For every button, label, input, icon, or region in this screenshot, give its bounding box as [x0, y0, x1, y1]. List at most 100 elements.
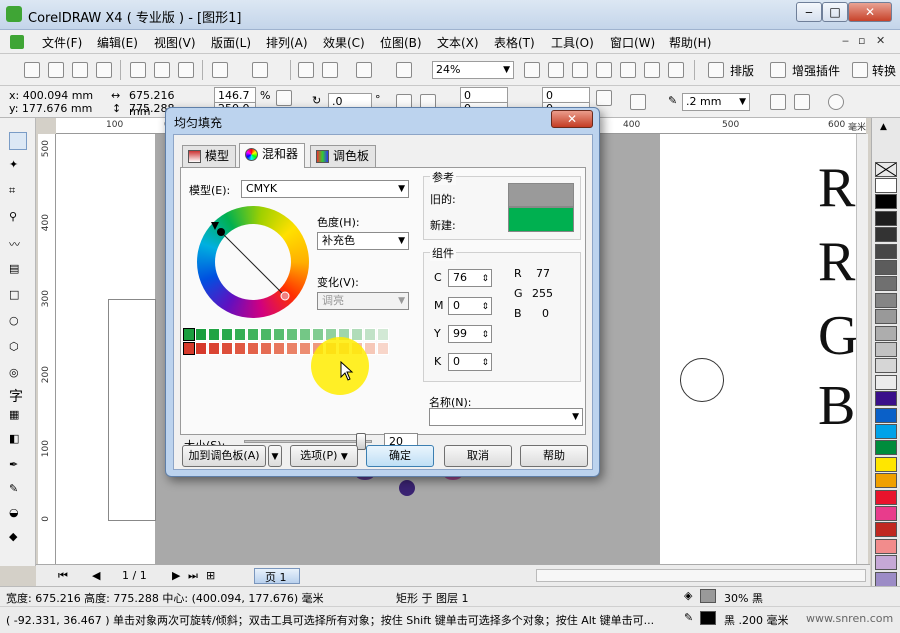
interactive-blend-tool-icon[interactable]: ◧ — [9, 432, 27, 450]
zoom-all-icon[interactable] — [596, 62, 612, 78]
mixer-color-cell[interactable] — [247, 342, 259, 355]
add-palette-dropdown-button[interactable]: ▼ — [268, 445, 282, 467]
spinner-icon[interactable]: ⇕ — [481, 299, 489, 315]
open-icon[interactable] — [48, 62, 64, 78]
options-button[interactable]: 选项(P) ▼ — [290, 445, 358, 467]
yellow-input[interactable]: 99 ⇕ — [448, 325, 492, 343]
mixer-color-cell[interactable] — [195, 342, 207, 355]
zoom-selected-icon[interactable] — [572, 62, 588, 78]
palette-swatch[interactable] — [875, 391, 897, 407]
palette-swatch[interactable] — [875, 210, 897, 226]
zoom-out-icon[interactable] — [548, 62, 564, 78]
zoom-in-icon[interactable] — [524, 62, 540, 78]
position-y-field[interactable]: y: 177.676 mm — [6, 101, 106, 119]
menu-table[interactable]: 表格(T) — [494, 34, 535, 51]
palette-swatch[interactable] — [875, 309, 897, 325]
palette-swatch[interactable] — [875, 538, 897, 554]
menu-text[interactable]: 文本(X) — [437, 34, 479, 51]
doc-close-button[interactable]: ✕ — [876, 34, 885, 47]
to-front-icon[interactable] — [770, 94, 786, 110]
palette-swatch[interactable] — [875, 260, 897, 275]
wrap-text-icon[interactable] — [630, 94, 646, 110]
hue-select[interactable]: 补充色 ▼ — [317, 232, 409, 250]
dialog-close-button[interactable]: ✕ — [551, 110, 593, 128]
crop-tool-icon[interactable]: ⌗ — [9, 184, 27, 202]
mixer-color-cell[interactable] — [273, 342, 285, 355]
mixer-color-cell[interactable] — [299, 342, 311, 355]
previous-page-icon[interactable]: ◀ — [92, 569, 100, 582]
mixer-color-cell[interactable] — [377, 342, 389, 355]
zoom-tool-icon[interactable]: ⚲ — [9, 210, 27, 228]
palette-swatch[interactable] — [875, 292, 897, 308]
eyedropper-tool-icon[interactable]: ✒ — [9, 458, 27, 476]
variation-select[interactable]: 调亮 ▼ — [317, 292, 409, 310]
palette-swatch[interactable] — [875, 358, 897, 374]
first-page-icon[interactable]: ⏮ — [58, 569, 68, 583]
mixer-color-cell[interactable] — [364, 328, 376, 341]
zoom-page-icon[interactable] — [620, 62, 636, 78]
convert-button[interactable]: 转换 — [872, 62, 896, 79]
cut-icon[interactable] — [130, 62, 146, 78]
ok-button[interactable]: 确定 — [366, 445, 434, 467]
save-icon[interactable] — [72, 62, 88, 78]
canvas-letter-g[interactable]: G — [818, 304, 858, 368]
page-tab[interactable]: 页 1 — [254, 568, 300, 584]
mixer-color-cell[interactable] — [234, 328, 246, 341]
next-page-icon[interactable]: ▶ — [172, 569, 180, 582]
application-launcher-icon[interactable] — [356, 62, 372, 78]
palette-swatch[interactable] — [875, 456, 897, 472]
pick-tool-icon[interactable] — [9, 132, 27, 150]
menu-bitmaps[interactable]: 位图(B) — [380, 34, 422, 51]
plugin-button[interactable]: 增强插件 — [792, 62, 840, 79]
doc-minimize-button[interactable]: ‒ — [842, 34, 849, 47]
color-wheel[interactable] — [197, 206, 309, 318]
palette-swatch[interactable] — [875, 440, 897, 456]
maximize-button[interactable]: □ — [822, 2, 848, 22]
zoom-width-icon[interactable] — [644, 62, 660, 78]
tab-models[interactable]: 模型 — [182, 145, 237, 167]
shape-tool-icon[interactable]: ✦ — [9, 158, 27, 176]
undo-icon[interactable] — [212, 62, 228, 78]
canvas-letter-r1[interactable]: R — [818, 156, 855, 220]
zoom-height-icon[interactable] — [668, 62, 684, 78]
outline-color-swatch[interactable] — [700, 611, 716, 625]
palette-swatch[interactable] — [875, 555, 897, 571]
mixer-color-cell[interactable] — [299, 328, 311, 341]
mixer-color-cell[interactable] — [260, 342, 272, 355]
menu-window[interactable]: 窗口(W) — [610, 34, 655, 51]
fill-tool-icon[interactable]: ◒ — [9, 506, 27, 524]
palette-swatch[interactable] — [875, 243, 897, 259]
help-button[interactable]: 帮助 — [520, 445, 588, 467]
outline-tool-icon[interactable]: ✎ — [9, 482, 27, 500]
tab-mixers[interactable]: 混和器 — [239, 143, 306, 168]
palette-swatch[interactable] — [875, 489, 897, 505]
horizontal-scrollbar[interactable] — [536, 569, 866, 582]
lock-ratio-icon[interactable] — [276, 90, 292, 106]
palette-swatch[interactable] — [875, 473, 897, 489]
layout-button[interactable]: 排版 — [730, 62, 754, 79]
canvas-letter-r2[interactable]: R — [818, 230, 855, 294]
mixer-color-cell[interactable] — [260, 328, 272, 341]
interactive-fill-tool-icon[interactable]: ◆ — [9, 530, 27, 548]
mixer-color-cell[interactable] — [208, 342, 220, 355]
palette-swatch[interactable] — [875, 522, 897, 538]
vertical-scrollbar[interactable] — [856, 134, 868, 564]
zoom-level-combo[interactable]: 24% ▼ — [432, 61, 514, 79]
no-color-swatch[interactable] — [875, 162, 897, 177]
table-tool-icon[interactable]: ▦ — [9, 408, 27, 426]
size-slider[interactable] — [244, 440, 372, 443]
import-icon[interactable] — [298, 62, 314, 78]
mixer-color-cell[interactable] — [312, 328, 324, 341]
menu-layout[interactable]: 版面(L) — [211, 34, 251, 51]
copy-icon[interactable] — [154, 62, 170, 78]
canvas-dot-shape[interactable] — [399, 480, 415, 496]
mixer-row-selector[interactable] — [183, 328, 195, 341]
outline-width-combo[interactable]: .2 mm ▼ — [682, 93, 750, 111]
paste-icon[interactable] — [178, 62, 194, 78]
palette-swatch[interactable] — [875, 227, 897, 243]
ellipse-tool-icon[interactable]: ○ — [9, 314, 27, 332]
convert-to-curves-icon[interactable] — [828, 94, 844, 110]
menu-help[interactable]: 帮助(H) — [669, 34, 711, 51]
palette-scroll-up-icon[interactable]: ▲ — [880, 122, 887, 132]
text-tool-icon[interactable]: 字 — [9, 386, 27, 405]
